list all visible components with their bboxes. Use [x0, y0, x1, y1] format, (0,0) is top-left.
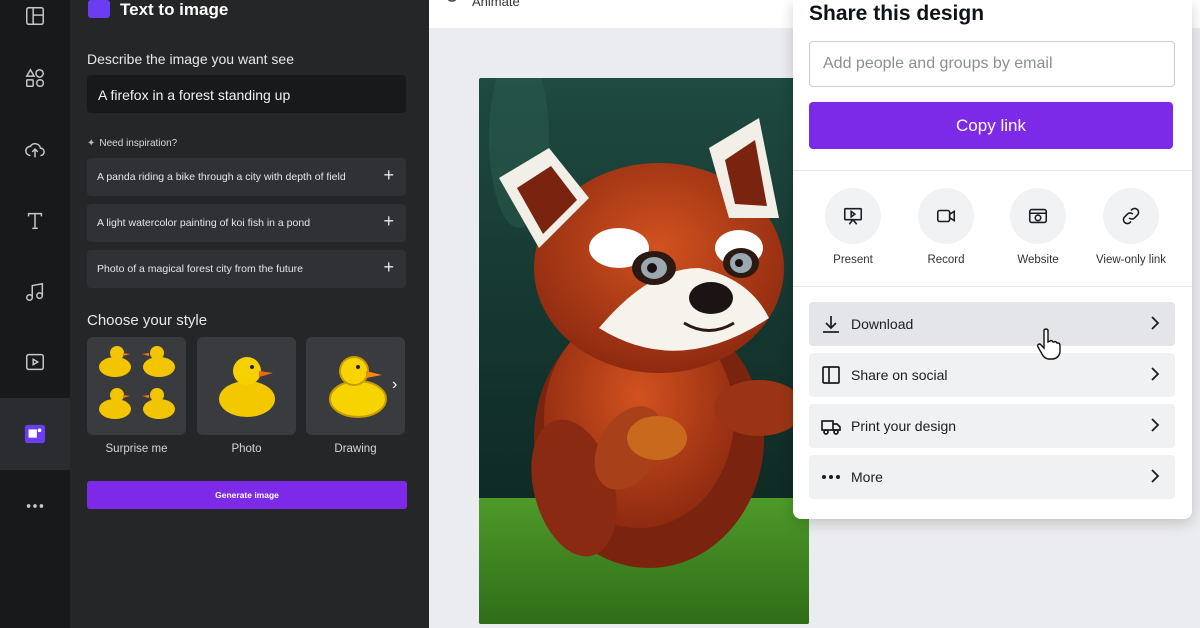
chevron-right-icon[interactable]: ›	[392, 376, 397, 394]
text-icon[interactable]	[0, 185, 70, 257]
more-icon	[821, 468, 841, 486]
row-label: Print your design	[851, 418, 957, 434]
style-card-photo[interactable]	[197, 337, 296, 435]
print-design-row[interactable]: Print your design	[809, 404, 1175, 448]
generate-image-button[interactable]: Generate image	[87, 481, 407, 509]
share-popover: Share this design Copy link Present Reco…	[793, 0, 1192, 519]
elements-icon[interactable]	[0, 42, 70, 114]
suggestion-text: Photo of a magical forest city from the …	[97, 263, 304, 275]
plus-icon[interactable]: +	[383, 258, 394, 276]
suggestion-text: A panda riding a bike through a city wit…	[97, 171, 346, 183]
chevron-right-icon	[1149, 313, 1161, 333]
copy-link-button[interactable]: Copy link	[809, 102, 1173, 149]
suggestion-item[interactable]: Photo of a magical forest city from the …	[87, 250, 406, 288]
chevron-right-icon	[1149, 364, 1161, 384]
style-caption: Drawing	[334, 443, 377, 455]
link-icon	[1103, 188, 1159, 244]
record-option[interactable]: Record	[900, 188, 992, 266]
upload-icon[interactable]	[0, 114, 70, 186]
drawing-duck-image	[329, 356, 387, 418]
generated-red-panda-image[interactable]	[479, 78, 809, 624]
email-input[interactable]	[809, 41, 1175, 87]
suggestion-item[interactable]: A panda riding a bike through a city wit…	[87, 158, 406, 196]
suggestion-item[interactable]: A light watercolor painting of koi fish …	[87, 204, 406, 242]
present-option[interactable]: Present	[807, 188, 899, 266]
app-logo-icon	[88, 0, 110, 18]
panel-title: Text to image	[120, 0, 229, 19]
text-to-image-panel: Text to image Describe the image you wan…	[70, 0, 429, 628]
divider	[793, 170, 1192, 171]
inspiration-text: Need inspiration?	[99, 138, 178, 149]
side-rail	[0, 0, 70, 628]
download-row[interactable]: Download	[809, 302, 1175, 346]
more-apps-icon[interactable]	[0, 470, 70, 542]
view-only-link-option[interactable]: View-only link	[1085, 188, 1177, 266]
share-title: Share this design	[809, 2, 985, 25]
social-icon	[821, 366, 841, 384]
sparkle-icon: ✦	[87, 138, 96, 149]
video-icon[interactable]	[0, 326, 70, 398]
plus-icon[interactable]: +	[383, 212, 394, 230]
row-label: Download	[851, 316, 914, 332]
style-caption: Photo	[231, 443, 262, 455]
describe-label: Describe the image you want see	[87, 51, 294, 67]
inspiration-label: ✦ Need inspiration?	[87, 138, 177, 149]
record-icon	[918, 188, 974, 244]
more-row[interactable]: More	[809, 455, 1175, 499]
style-label: Choose your style	[87, 312, 208, 329]
option-label: Website	[1017, 254, 1059, 266]
present-icon	[825, 188, 881, 244]
style-card-surprise[interactable]	[87, 337, 186, 435]
website-icon	[1010, 188, 1066, 244]
animate-icon[interactable]	[444, 0, 460, 6]
animate-button[interactable]: Animate	[472, 0, 520, 9]
chevron-right-icon	[1149, 466, 1161, 486]
surprise-ducks-image	[99, 346, 175, 419]
row-label: Share on social	[851, 367, 948, 383]
style-card-drawing[interactable]	[306, 337, 405, 435]
hand-cursor-icon	[1037, 328, 1061, 360]
prompt-input[interactable]: A firefox in a forest standing up	[87, 75, 406, 113]
text-to-image-app-icon[interactable]	[0, 398, 70, 470]
suggestion-text: A light watercolor painting of koi fish …	[97, 217, 311, 229]
option-label: Present	[833, 254, 873, 266]
photo-duck-image	[219, 357, 275, 417]
truck-icon	[821, 417, 841, 435]
share-on-social-row[interactable]: Share on social	[809, 353, 1175, 397]
row-label: More	[851, 469, 883, 485]
audio-icon[interactable]	[0, 256, 70, 328]
option-label: View-only link	[1095, 254, 1167, 266]
website-option[interactable]: Website	[992, 188, 1084, 266]
divider	[793, 286, 1192, 287]
style-caption: Surprise me	[105, 443, 168, 455]
plus-icon[interactable]: +	[383, 166, 394, 184]
option-label: Record	[927, 254, 965, 266]
download-icon	[821, 315, 841, 333]
chevron-right-icon	[1149, 415, 1161, 435]
